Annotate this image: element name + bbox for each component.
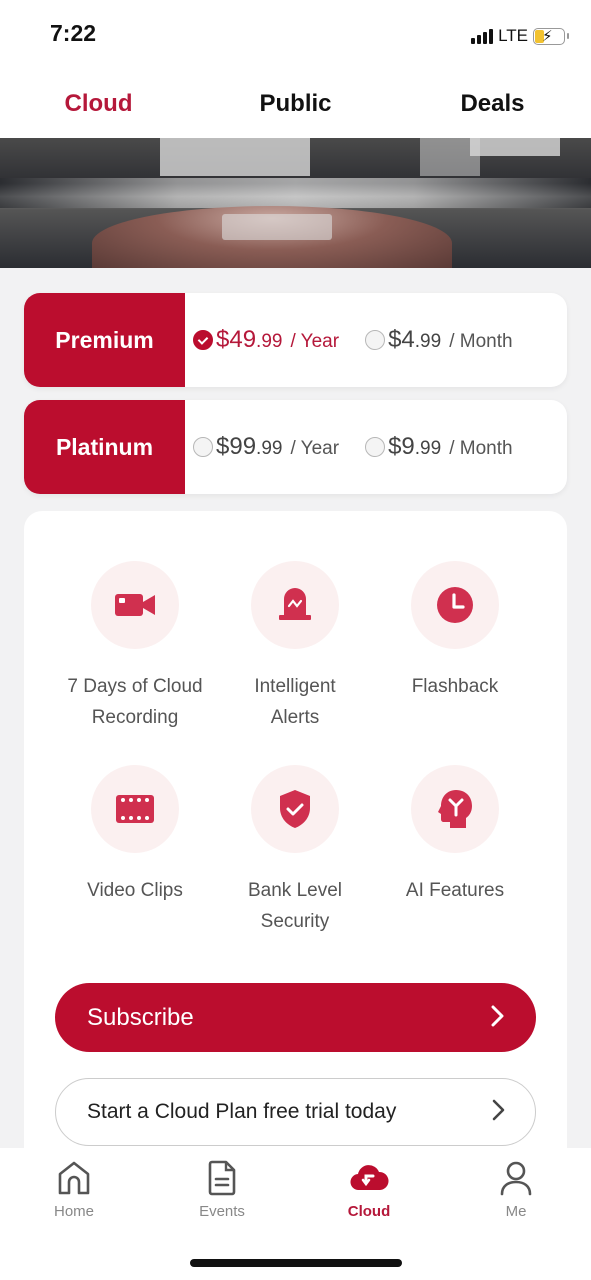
plan-card-platinum: Platinum $99 .99 / Year $9 .99 / Month xyxy=(24,400,567,494)
price-cents: .99 xyxy=(256,331,283,352)
price-period: / Month xyxy=(449,331,513,352)
feature-label-line1: Intelligent xyxy=(254,676,336,697)
price-period: / Year xyxy=(290,438,340,459)
feature-label-line1: 7 Days of Cloud xyxy=(67,676,203,697)
plan-name: Premium xyxy=(24,293,185,387)
free-trial-label: Start a Cloud Plan free trial today xyxy=(87,1100,397,1123)
chevron-right-icon xyxy=(490,1004,506,1032)
ai-head-icon xyxy=(438,790,472,828)
radio-unchecked-icon[interactable] xyxy=(365,437,386,457)
nav-label: Home xyxy=(53,1203,94,1220)
chevron-right-icon xyxy=(491,1098,507,1126)
battery-icon: ⚡ xyxy=(533,27,569,45)
user-icon xyxy=(500,1161,532,1196)
feature-intelligent-alerts: Intelligent Alerts xyxy=(210,561,380,733)
nav-label: Events xyxy=(199,1203,245,1220)
price-cents: .99 xyxy=(414,438,442,459)
premium-yearly-option[interactable]: $49 .99 / Year xyxy=(193,326,339,354)
subscribe-button[interactable]: Subscribe xyxy=(55,983,536,1052)
feature-label-line2: Alerts xyxy=(270,707,320,728)
feature-label-line1: Flashback xyxy=(411,676,499,697)
cloud-icon xyxy=(350,1165,389,1191)
price-main: $9 xyxy=(388,433,415,460)
tab-deals[interactable]: Deals xyxy=(394,70,591,138)
tab-cloud[interactable]: Cloud xyxy=(0,70,197,138)
status-indicators: LTE ⚡ xyxy=(471,26,569,46)
clock-icon xyxy=(437,587,473,623)
feature-label-line1: Bank Level xyxy=(247,880,342,901)
signal-icon xyxy=(471,28,494,44)
feature-video-clips: Video Clips xyxy=(50,765,220,906)
price-period: / Year xyxy=(290,331,340,352)
camera-preview-image xyxy=(0,138,591,268)
price-cents: .99 xyxy=(414,331,442,352)
premium-monthly-option[interactable]: $4 .99 / Month xyxy=(365,326,513,354)
network-type: LTE xyxy=(498,26,528,45)
home-icon xyxy=(58,1161,90,1195)
price-main: $99 xyxy=(216,433,257,460)
feature-label-line1: Video Clips xyxy=(87,880,183,901)
price-main: $49 xyxy=(216,326,257,353)
feature-label-line1: AI Features xyxy=(405,880,505,901)
subscribe-label: Subscribe xyxy=(87,1003,194,1031)
home-indicator[interactable] xyxy=(190,1259,402,1267)
alarm-light-icon xyxy=(279,588,311,620)
nav-label: Cloud xyxy=(347,1203,391,1220)
free-trial-button[interactable]: Start a Cloud Plan free trial today xyxy=(55,1078,536,1146)
top-tabs: Cloud Public Deals xyxy=(0,70,591,138)
price-period: / Month xyxy=(449,438,513,459)
video-camera-icon xyxy=(115,594,155,616)
plan-name: Platinum xyxy=(24,400,185,494)
nav-me[interactable]: Me xyxy=(466,1160,566,1220)
feature-ai-features: AI Features xyxy=(370,765,540,906)
price-cents: .99 xyxy=(256,438,283,459)
feature-label-line2: Security xyxy=(260,911,330,932)
price-main: $4 xyxy=(388,326,415,353)
platinum-yearly-option[interactable]: $99 .99 / Year xyxy=(193,433,339,461)
nav-label: Me xyxy=(505,1203,527,1220)
feature-flashback: Flashback xyxy=(370,561,540,702)
plan-card-premium: Premium $49 .99 / Year $4 .99 / Month xyxy=(24,293,567,387)
status-time: 7:22 xyxy=(50,20,97,46)
nav-home[interactable]: Home xyxy=(24,1160,124,1220)
document-icon xyxy=(208,1160,236,1196)
nav-cloud[interactable]: Cloud xyxy=(319,1160,419,1220)
nav-events[interactable]: Events xyxy=(172,1160,272,1220)
film-strip-icon xyxy=(116,795,154,823)
shield-check-icon xyxy=(280,790,310,828)
feature-label-line2: Recording xyxy=(91,707,179,728)
radio-unchecked-icon[interactable] xyxy=(365,330,386,350)
radio-checked-icon[interactable] xyxy=(193,330,213,350)
platinum-monthly-option[interactable]: $9 .99 / Month xyxy=(365,433,513,461)
feature-cloud-recording: 7 Days of Cloud Recording xyxy=(50,561,220,733)
tab-public[interactable]: Public xyxy=(197,70,394,138)
feature-bank-level-security: Bank Level Security xyxy=(210,765,380,937)
status-bar: 7:22 LTE ⚡ xyxy=(0,0,591,70)
radio-unchecked-icon[interactable] xyxy=(193,437,213,457)
